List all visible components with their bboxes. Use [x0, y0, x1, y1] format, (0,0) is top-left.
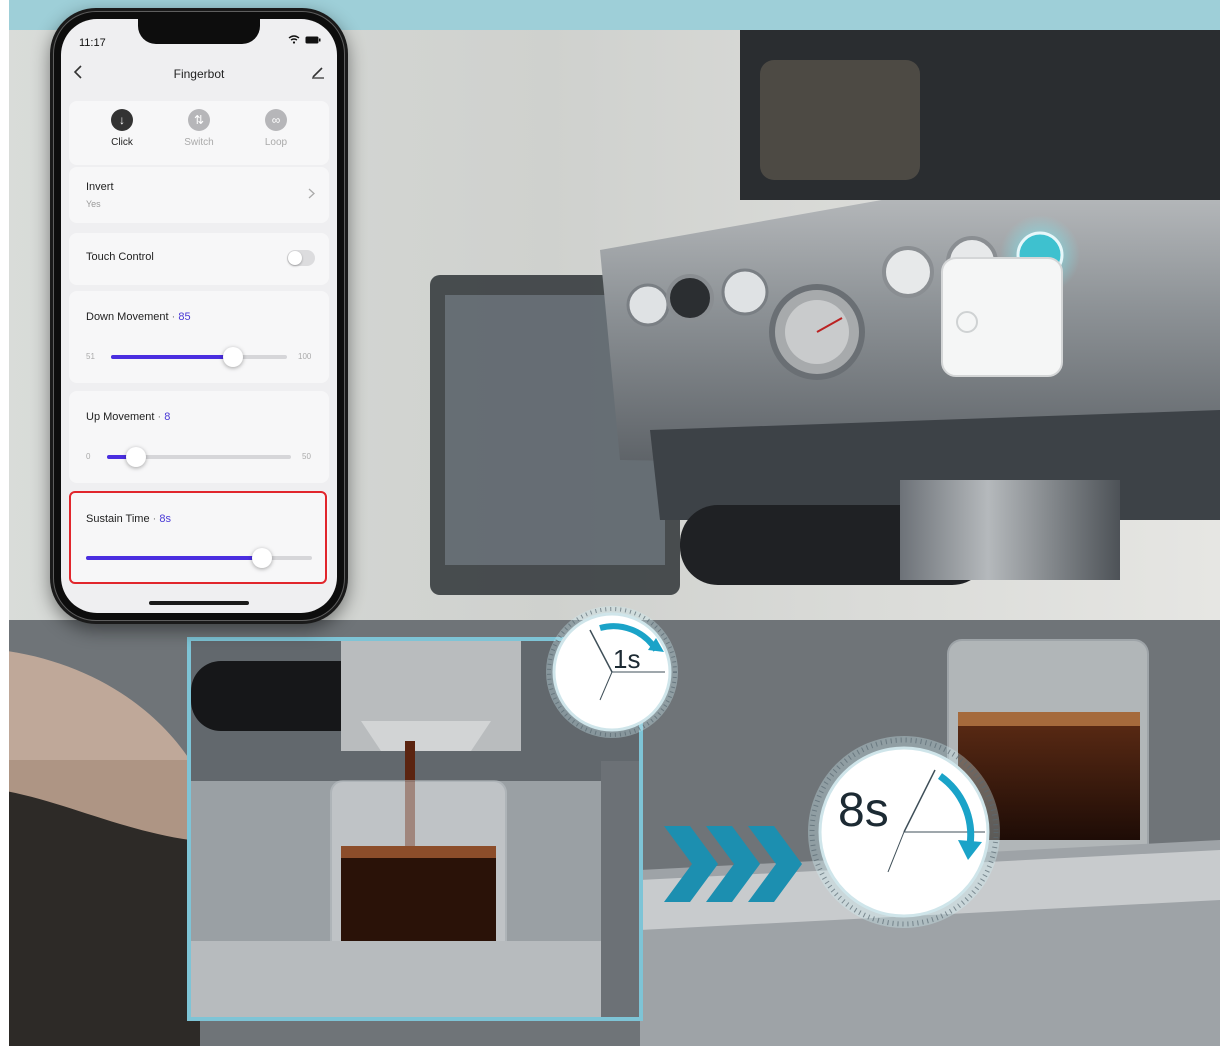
down-movement-min: 51: [86, 352, 95, 361]
home-indicator: [149, 601, 249, 605]
up-movement-slider[interactable]: [107, 447, 291, 467]
down-movement-card: Down Movement · 85 51 100: [69, 291, 329, 383]
chevron-right-icon: [308, 187, 315, 202]
phone-notch: [138, 19, 260, 44]
highlight-box: [69, 491, 327, 584]
invert-row[interactable]: Invert Yes: [69, 167, 329, 223]
timer-1s: 1s: [546, 606, 678, 738]
separator-dot: ·: [171, 311, 176, 323]
mode-switch[interactable]: ⇅ Switch: [164, 109, 234, 148]
slider-knob[interactable]: [126, 447, 147, 467]
slider-fill: [111, 355, 234, 359]
mode-click[interactable]: ↓ Click: [87, 109, 157, 148]
separator-dot: ·: [157, 411, 162, 423]
up-movement-card: Up Movement · 8 0 50: [69, 391, 329, 483]
down-movement-max: 100: [298, 352, 312, 361]
battery-icon: [305, 36, 321, 44]
timer-1s-label: 1s: [613, 644, 640, 674]
status-time: 11:17: [79, 37, 106, 49]
touch-control-row: Touch Control: [69, 233, 329, 285]
product-photo-scene: 1s 8s 11:17 Fingerbot ↓ Click ⇅ Switch ∞…: [0, 0, 1220, 1046]
down-movement-slider[interactable]: [111, 347, 287, 367]
down-movement-label: Down Movement: [86, 311, 169, 323]
invert-label: Invert: [86, 181, 114, 193]
forward-arrows-icon: [664, 826, 802, 902]
touch-control-toggle[interactable]: [287, 250, 315, 266]
touch-control-label: Touch Control: [86, 251, 154, 263]
up-movement-min: 0: [86, 452, 91, 461]
arrow-down-icon: ↓: [111, 109, 133, 131]
edit-button[interactable]: [311, 65, 325, 82]
status-icons: [288, 35, 321, 47]
up-movement-max: 50: [302, 452, 311, 461]
up-movement-label: Up Movement: [86, 411, 155, 423]
nav-bar: Fingerbot: [61, 63, 337, 89]
mode-label: Switch: [184, 137, 214, 148]
timer-8s-label: 8s: [838, 784, 889, 837]
page-title: Fingerbot: [173, 67, 225, 81]
link-icon: ∞: [265, 109, 287, 131]
slider-knob[interactable]: [223, 347, 244, 367]
mode-label: Click: [111, 137, 133, 148]
phone-mockup: 11:17 Fingerbot ↓ Click ⇅ Switch ∞ Loop …: [50, 8, 348, 624]
app-screen: 11:17 Fingerbot ↓ Click ⇅ Switch ∞ Loop …: [61, 19, 337, 613]
down-movement-heading: Down Movement · 85: [86, 311, 191, 323]
mode-selector: ↓ Click ⇅ Switch ∞ Loop: [69, 101, 329, 165]
timer-8s: 8s: [808, 736, 1000, 928]
up-movement-heading: Up Movement · 8: [86, 411, 170, 423]
mode-label: Loop: [264, 137, 288, 148]
up-movement-value: 8: [164, 411, 171, 423]
invert-value: Yes: [86, 199, 101, 209]
down-movement-value: 85: [178, 311, 191, 323]
wifi-icon: [288, 35, 300, 44]
mode-loop[interactable]: ∞ Loop: [241, 109, 311, 148]
toggle-knob: [288, 251, 302, 265]
edit-icon: [312, 67, 324, 79]
switch-arrows-icon: ⇅: [188, 109, 210, 131]
